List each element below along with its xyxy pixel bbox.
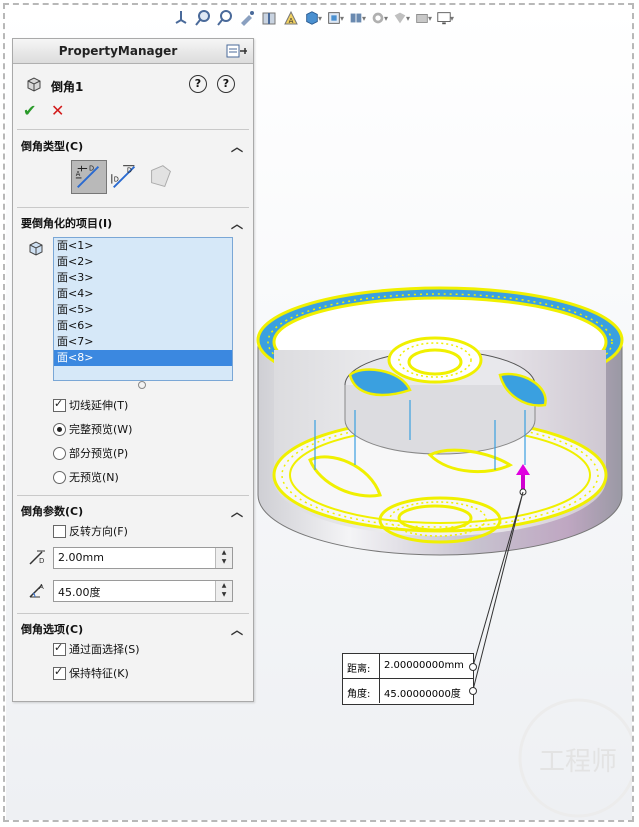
svg-text:A: A: [289, 17, 294, 25]
angle-value: 45.00度: [58, 586, 101, 599]
feature-name: 倒角1: [51, 80, 84, 94]
callout-distance-label: 距离:: [347, 664, 371, 675]
svg-text:D: D: [114, 176, 119, 184]
previous-view-icon[interactable]: [238, 9, 256, 27]
section-title-items: 要倒角化的项目(I): [21, 217, 113, 230]
keep-features-checkbox[interactable]: [53, 665, 66, 680]
section-title-options: 倒角选项(C): [21, 623, 84, 636]
display-style-icon[interactable]: [326, 9, 344, 27]
items-listbox[interactable]: 面<1> 面<2> 面<3> 面<4> 面<5> 面<6> 面<7> 面<8>: [53, 237, 233, 381]
section-title-chamfer-type: 倒角类型(C): [21, 140, 84, 153]
distance-icon: D: [29, 550, 45, 565]
section-header-chamfer-type[interactable]: 倒角类型(C) ︿: [21, 138, 245, 156]
spin-arrows[interactable]: ▲ ▼: [215, 548, 232, 568]
list-item[interactable]: 面<7>: [54, 334, 232, 350]
monitor-icon[interactable]: [436, 9, 454, 27]
apply-scene-icon[interactable]: [392, 9, 410, 27]
property-manager-header: PropertyManager: [13, 39, 253, 64]
cancel-button[interactable]: ✕: [51, 101, 64, 120]
chevron-up-icon[interactable]: ︿: [231, 621, 243, 638]
callout-angle-row: 角度: 45.00000000度: [343, 679, 473, 703]
face-selection-icon: [29, 241, 43, 256]
svg-text:A: A: [39, 583, 44, 591]
zoom-fit-icon[interactable]: [194, 9, 212, 27]
angle-icon: A: [29, 583, 44, 598]
distance-value: 2.00mm: [58, 551, 104, 564]
spin-arrows[interactable]: ▲ ▼: [215, 581, 232, 601]
view-orientation-icon[interactable]: [172, 9, 190, 27]
list-item-selected[interactable]: 面<8>: [54, 350, 232, 366]
dynamic-annotation-icon[interactable]: A: [282, 9, 300, 27]
view-settings-icon[interactable]: [414, 9, 432, 27]
tangent-propagation-checkbox[interactable]: [53, 397, 66, 412]
chamfer-type-buttons: AD DD: [71, 160, 179, 194]
edit-appearance-icon[interactable]: [370, 9, 388, 27]
reverse-direction-checkbox[interactable]: [53, 525, 66, 538]
distance-distance-button[interactable]: DD: [107, 160, 143, 194]
select-through-faces-checkbox[interactable]: [53, 641, 66, 656]
list-item[interactable]: 面<3>: [54, 270, 232, 286]
list-item[interactable]: 面<4>: [54, 286, 232, 302]
help-button[interactable]: ?: [189, 75, 207, 93]
svg-text:D: D: [39, 557, 44, 565]
list-item[interactable]: 面<6>: [54, 318, 232, 334]
callout-attach-point[interactable]: [469, 687, 477, 695]
callout-divider: [379, 654, 380, 678]
distance-input[interactable]: 2.00mm ▲ ▼: [53, 547, 233, 569]
dimension-callout[interactable]: 距离: 2.00000000mm 角度: 45.00000000度: [342, 653, 474, 705]
divider: [17, 129, 249, 130]
part-model[interactable]: [250, 280, 630, 620]
chevron-up-icon[interactable]: ︿: [231, 215, 243, 232]
chamfer-feature-icon: [27, 77, 41, 92]
angle-input[interactable]: 45.00度 ▲ ▼: [53, 580, 233, 602]
keep-features-label: 保持特征(K): [69, 667, 129, 680]
select-through-faces-label: 通过面选择(S): [69, 643, 140, 656]
feature-title-row: 倒角1 ? ?: [23, 75, 245, 97]
callout-divider: [379, 679, 380, 703]
section-title-params: 倒角参数(C): [21, 505, 84, 518]
vertex-button[interactable]: [143, 160, 179, 194]
ok-button[interactable]: ✔: [23, 101, 36, 120]
full-preview-label: 完整预览(W): [69, 423, 133, 436]
no-preview-label: 无预览(N): [69, 471, 119, 484]
callout-attach-point[interactable]: [469, 663, 477, 671]
whats-wrong-button[interactable]: ?: [217, 75, 235, 93]
watermark-text: 工程师: [539, 747, 617, 777]
divider: [17, 613, 249, 614]
divider: [17, 207, 249, 208]
listbox-resize-handle[interactable]: [138, 381, 146, 389]
view-cube-icon[interactable]: [304, 9, 322, 27]
section-header-items[interactable]: 要倒角化的项目(I) ︿: [21, 215, 245, 233]
heads-up-toolbar: A: [172, 6, 454, 30]
tangent-propagation-label: 切线延伸(T): [69, 399, 129, 412]
list-item[interactable]: 面<5>: [54, 302, 232, 318]
partial-preview-radio[interactable]: [53, 447, 66, 460]
zoom-area-icon[interactable]: [216, 9, 234, 27]
svg-text:D: D: [89, 164, 94, 172]
callout-angle-value[interactable]: 45.00000000度: [384, 685, 461, 700]
full-preview-radio[interactable]: [53, 423, 66, 436]
callout-distance-value[interactable]: 2.00000000mm: [384, 660, 464, 671]
svg-text:D: D: [127, 166, 132, 174]
divider: [17, 495, 249, 496]
chevron-up-icon[interactable]: ︿: [231, 503, 243, 520]
watermark-logo: 工程师: [518, 698, 632, 818]
list-item[interactable]: 面<2>: [54, 254, 232, 270]
svg-text:A: A: [76, 170, 81, 178]
partial-preview-label: 部分预览(P): [69, 447, 129, 460]
list-item[interactable]: 面<1>: [54, 238, 232, 254]
callout-distance-row: 距离: 2.00000000mm: [343, 654, 473, 678]
pin-icon[interactable]: [225, 42, 249, 60]
section-header-options[interactable]: 倒角选项(C) ︿: [21, 621, 245, 639]
section-view-icon[interactable]: [260, 9, 278, 27]
callout-angle-label: 角度:: [347, 689, 371, 700]
hide-show-icon[interactable]: [348, 9, 366, 27]
reverse-direction-label: 反转方向(F): [69, 525, 128, 538]
section-header-params[interactable]: 倒角参数(C) ︿: [21, 503, 245, 521]
property-manager-title: PropertyManager: [58, 44, 178, 58]
angle-distance-button[interactable]: AD: [71, 160, 107, 194]
chevron-up-icon[interactable]: ︿: [231, 138, 243, 155]
property-manager-panel: PropertyManager 倒角1 ? ? ✔ ✕ 倒角类型(C) ︿ AD…: [12, 38, 254, 702]
no-preview-radio[interactable]: [53, 471, 66, 484]
